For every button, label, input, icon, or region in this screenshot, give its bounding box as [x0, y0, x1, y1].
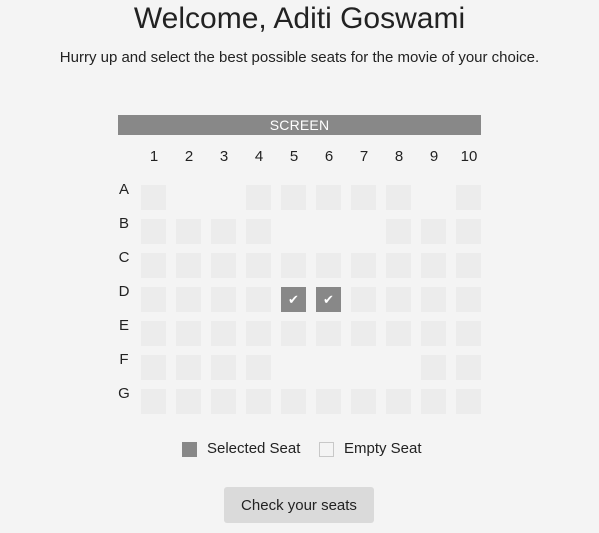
seat-e3[interactable] [211, 321, 236, 346]
seat-f1[interactable] [141, 355, 166, 380]
seat-g9[interactable] [421, 389, 446, 414]
seat-c1[interactable] [141, 253, 166, 278]
column-label-10: 10 [460, 148, 478, 165]
check-icon: ✔ [288, 292, 299, 307]
seat-b8[interactable] [386, 219, 411, 244]
seat-e2[interactable] [176, 321, 201, 346]
column-labels: 1 2 3 4 5 6 7 8 9 10 [0, 147, 599, 167]
seat-g7[interactable] [351, 389, 376, 414]
seat-a6[interactable] [316, 185, 341, 210]
seat-b3[interactable] [211, 219, 236, 244]
seat-g5[interactable] [281, 389, 306, 414]
seat-b9[interactable] [421, 219, 446, 244]
check-seats-button[interactable]: Check your seats [224, 487, 374, 523]
seat-a5[interactable] [281, 185, 306, 210]
column-label-2: 2 [184, 148, 194, 165]
seat-d6[interactable]: ✔ [316, 287, 341, 312]
seat-row-d: D ✔ ✔ [0, 283, 599, 312]
column-label-4: 4 [254, 148, 264, 165]
seat-row-c: C [0, 249, 599, 278]
legend-empty-swatch [319, 442, 334, 457]
seat-c6[interactable] [316, 253, 341, 278]
seat-row-a: A [0, 181, 599, 210]
seat-g2[interactable] [176, 389, 201, 414]
column-label-3: 3 [219, 148, 229, 165]
page-title: Welcome, Aditi Goswami [133, 2, 466, 35]
column-label-8: 8 [394, 148, 404, 165]
seat-g3[interactable] [211, 389, 236, 414]
page-subtitle: Hurry up and select the best possible se… [59, 49, 540, 66]
seat-e7[interactable] [351, 321, 376, 346]
row-label-d: D [118, 283, 130, 300]
seat-a8[interactable] [386, 185, 411, 210]
seat-b2[interactable] [176, 219, 201, 244]
seat-row-b: B [0, 215, 599, 244]
seat-f4[interactable] [246, 355, 271, 380]
seat-c2[interactable] [176, 253, 201, 278]
seat-g1[interactable] [141, 389, 166, 414]
seat-b1[interactable] [141, 219, 166, 244]
seat-c5[interactable] [281, 253, 306, 278]
check-icon: ✔ [323, 292, 334, 307]
seat-a10[interactable] [456, 185, 481, 210]
column-label-9: 9 [429, 148, 439, 165]
seat-a1[interactable] [141, 185, 166, 210]
seat-booking-page: Welcome, Aditi Goswami Hurry up and sele… [0, 0, 599, 533]
seat-row-e: E [0, 317, 599, 346]
column-label-1: 1 [149, 148, 159, 165]
seat-d4[interactable] [246, 287, 271, 312]
seat-a7[interactable] [351, 185, 376, 210]
seat-d9[interactable] [421, 287, 446, 312]
seat-e8[interactable] [386, 321, 411, 346]
seat-g8[interactable] [386, 389, 411, 414]
seat-c3[interactable] [211, 253, 236, 278]
seat-d2[interactable] [176, 287, 201, 312]
seat-f10[interactable] [456, 355, 481, 380]
seat-e9[interactable] [421, 321, 446, 346]
seat-c4[interactable] [246, 253, 271, 278]
row-label-f: F [119, 351, 129, 368]
seat-g4[interactable] [246, 389, 271, 414]
seat-c8[interactable] [386, 253, 411, 278]
row-label-b: B [118, 215, 129, 232]
seat-e5[interactable] [281, 321, 306, 346]
seat-f3[interactable] [211, 355, 236, 380]
screen-indicator: SCREEN [118, 115, 481, 135]
seat-b4[interactable] [246, 219, 271, 244]
seat-e4[interactable] [246, 321, 271, 346]
seat-g10[interactable] [456, 389, 481, 414]
seat-e6[interactable] [316, 321, 341, 346]
seat-c7[interactable] [351, 253, 376, 278]
seat-b10[interactable] [456, 219, 481, 244]
seat-g6[interactable] [316, 389, 341, 414]
seat-c10[interactable] [456, 253, 481, 278]
seat-f9[interactable] [421, 355, 446, 380]
row-label-a: A [118, 181, 129, 198]
seat-d7[interactable] [351, 287, 376, 312]
row-label-g: G [118, 385, 130, 402]
seat-row-g: G [0, 385, 599, 414]
seat-a4[interactable] [246, 185, 271, 210]
column-label-7: 7 [359, 148, 369, 165]
legend-empty-label: Empty Seat [344, 440, 422, 457]
seat-legend: Selected Seat Empty Seat [0, 438, 599, 460]
seat-d8[interactable] [386, 287, 411, 312]
column-label-5: 5 [289, 148, 299, 165]
row-label-e: E [118, 317, 129, 334]
seat-f2[interactable] [176, 355, 201, 380]
row-label-c: C [118, 249, 130, 266]
column-label-6: 6 [324, 148, 334, 165]
legend-selected-swatch [182, 442, 197, 457]
seat-e10[interactable] [456, 321, 481, 346]
seat-d5[interactable]: ✔ [281, 287, 306, 312]
seat-d10[interactable] [456, 287, 481, 312]
seat-d1[interactable] [141, 287, 166, 312]
seat-d3[interactable] [211, 287, 236, 312]
legend-selected-label: Selected Seat [207, 440, 301, 457]
seat-e1[interactable] [141, 321, 166, 346]
seat-row-f: F [0, 351, 599, 380]
seat-c9[interactable] [421, 253, 446, 278]
